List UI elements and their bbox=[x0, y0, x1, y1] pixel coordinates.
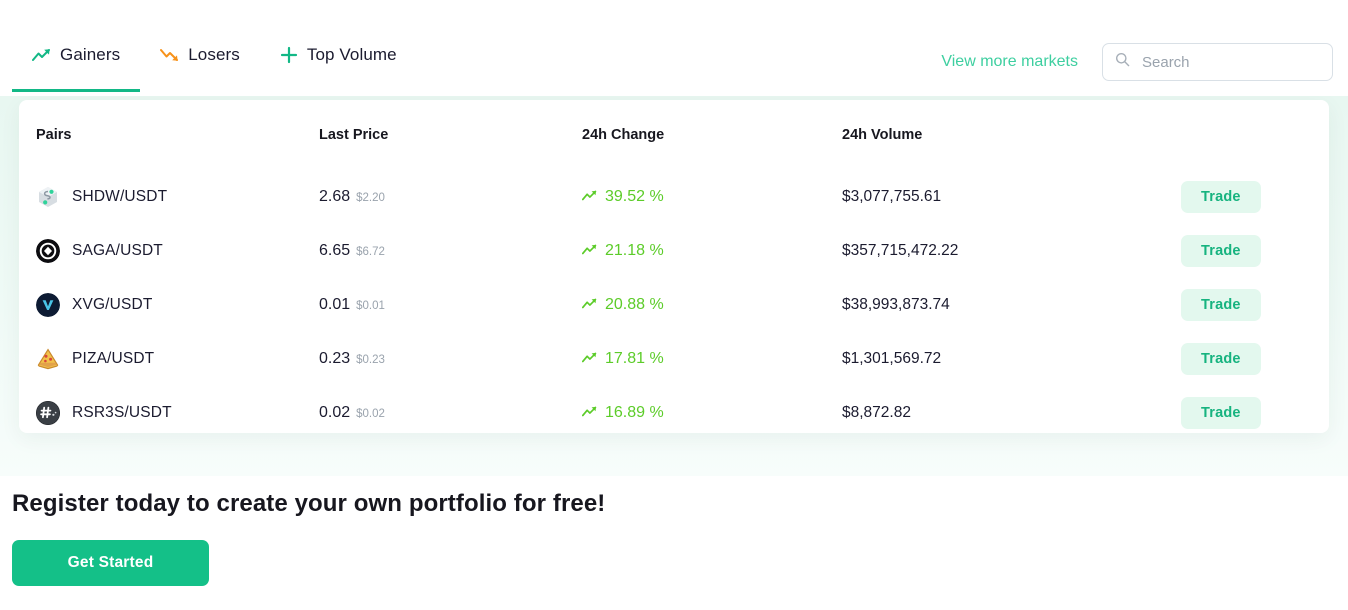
trade-button[interactable]: Trade bbox=[1181, 181, 1261, 213]
tab-top-volume-label: Top Volume bbox=[306, 45, 397, 64]
trade-cell: Trade bbox=[1179, 343, 1329, 375]
trending-up-icon bbox=[581, 350, 597, 368]
table-row[interactable]: RSR3S/USDT 0.02 $0.02 16.89 % $8,872.82 Trade bbox=[19, 386, 1329, 433]
last-price-cell: 0.01 $0.01 bbox=[319, 296, 582, 314]
trending-up-icon bbox=[581, 242, 597, 260]
trade-cell: Trade bbox=[1179, 289, 1329, 321]
plus-icon bbox=[280, 46, 298, 64]
get-started-button[interactable]: Get Started bbox=[12, 540, 209, 586]
last-price-usd: $0.02 bbox=[356, 408, 385, 420]
rsr3s-coin-icon bbox=[36, 401, 60, 425]
table-body: SHDW/USDT 2.68 $2.20 39.52 % $3,077,755.61 Tr… bbox=[19, 170, 1329, 433]
column-header-last-price: Last Price bbox=[319, 127, 389, 143]
pair-cell: RSR3S/USDT bbox=[36, 401, 319, 425]
trade-button[interactable]: Trade bbox=[1181, 397, 1261, 429]
column-header-24h-change: 24h Change bbox=[582, 127, 665, 143]
search-icon bbox=[1115, 52, 1130, 72]
change-cell: 20.88 % bbox=[581, 296, 842, 314]
table-row[interactable]: SAGA/USDT 6.65 $6.72 21.18 % $357,715,472.22… bbox=[19, 224, 1329, 278]
change-cell: 17.81 % bbox=[581, 350, 842, 368]
trade-cell: Trade bbox=[1179, 397, 1329, 429]
tab-gainers[interactable]: Gainers bbox=[12, 40, 141, 92]
table-row[interactable]: SHDW/USDT 2.68 $2.20 39.52 % $3,077,755.61 Tr… bbox=[19, 170, 1329, 224]
pair-name: SHDW/USDT bbox=[72, 188, 168, 205]
pair-name: XVG/USDT bbox=[72, 296, 153, 313]
change-cell: 21.18 % bbox=[581, 242, 842, 260]
column-header-24h-volume: 24h Volume bbox=[842, 127, 923, 143]
last-price-cell: 6.65 $6.72 bbox=[319, 242, 582, 260]
trending-up-icon bbox=[581, 188, 597, 206]
pair-name: SAGA/USDT bbox=[72, 242, 163, 259]
pair-cell: PIZA/USDT bbox=[36, 347, 319, 371]
table-row[interactable]: XVG/USDT 0.01 $0.01 20.88 % $38,993,873.74 Tr… bbox=[19, 278, 1329, 332]
trending-up-icon bbox=[581, 296, 597, 314]
trade-button[interactable]: Trade bbox=[1181, 235, 1261, 267]
last-price-cell: 0.23 $0.23 bbox=[319, 350, 582, 368]
last-price-value: 6.65 bbox=[319, 242, 351, 259]
search-input[interactable] bbox=[1142, 53, 1320, 71]
change-value: 16.89 % bbox=[605, 404, 664, 421]
markets-tabbar: Gainers Losers Top Volume View more mark… bbox=[0, 0, 1348, 96]
xvg-coin-icon bbox=[36, 293, 60, 317]
volume-value: $8,872.82 bbox=[842, 404, 911, 421]
change-cell: 16.89 % bbox=[581, 404, 842, 422]
table-header-row: Pairs Last Price 24h Change 24h Volume bbox=[19, 100, 1329, 170]
tab-top-volume[interactable]: Top Volume bbox=[260, 40, 417, 92]
pair-cell: SAGA/USDT bbox=[36, 239, 319, 263]
shdw-coin-icon bbox=[36, 185, 60, 209]
cta-title: Register today to create your own portfo… bbox=[12, 490, 606, 517]
trade-cell: Trade bbox=[1179, 181, 1329, 213]
trending-up-icon bbox=[32, 48, 51, 62]
markets-card: Pairs Last Price 24h Change 24h Volume S… bbox=[19, 100, 1329, 433]
trade-button[interactable]: Trade bbox=[1181, 343, 1261, 375]
change-value: 20.88 % bbox=[605, 296, 664, 313]
pair-name: PIZA/USDT bbox=[72, 350, 155, 367]
last-price-cell: 0.02 $0.02 bbox=[319, 404, 582, 422]
last-price-usd: $6.72 bbox=[356, 246, 385, 258]
change-value: 39.52 % bbox=[605, 188, 664, 205]
volume-value: $357,715,472.22 bbox=[842, 242, 959, 259]
view-more-markets-link[interactable]: View more markets bbox=[941, 53, 1078, 71]
last-price-usd: $0.01 bbox=[356, 300, 385, 312]
last-price-usd: $2.20 bbox=[356, 192, 385, 204]
search-box[interactable] bbox=[1102, 43, 1333, 81]
trending-up-icon bbox=[581, 404, 597, 422]
trade-button[interactable]: Trade bbox=[1181, 289, 1261, 321]
trade-cell: Trade bbox=[1179, 235, 1329, 267]
change-value: 17.81 % bbox=[605, 350, 664, 367]
last-price-value: 0.01 bbox=[319, 296, 351, 313]
pair-cell: XVG/USDT bbox=[36, 293, 319, 317]
last-price-cell: 2.68 $2.20 bbox=[319, 188, 582, 206]
pair-cell: SHDW/USDT bbox=[36, 185, 319, 209]
last-price-value: 2.68 bbox=[319, 188, 351, 205]
last-price-usd: $0.23 bbox=[356, 354, 385, 366]
volume-value: $38,993,873.74 bbox=[842, 296, 950, 313]
register-cta: Register today to create your own portfo… bbox=[12, 490, 605, 586]
change-value: 21.18 % bbox=[605, 242, 664, 259]
column-header-pairs: Pairs bbox=[36, 127, 72, 143]
header-actions: View more markets bbox=[941, 43, 1333, 81]
tab-losers-label: Losers bbox=[188, 45, 240, 64]
last-price-value: 0.02 bbox=[319, 404, 351, 421]
pair-name: RSR3S/USDT bbox=[72, 404, 172, 421]
tab-gainers-label: Gainers bbox=[60, 45, 121, 64]
trending-down-icon bbox=[160, 48, 179, 62]
market-tabs: Gainers Losers Top Volume bbox=[12, 40, 417, 92]
saga-coin-icon bbox=[36, 239, 60, 263]
last-price-value: 0.23 bbox=[319, 350, 351, 367]
volume-value: $1,301,569.72 bbox=[842, 350, 942, 367]
tab-losers[interactable]: Losers bbox=[140, 40, 260, 92]
volume-value: $3,077,755.61 bbox=[842, 188, 942, 205]
piza-coin-icon bbox=[36, 347, 60, 371]
table-row[interactable]: PIZA/USDT 0.23 $0.23 17.81 % $1,301,569.72 Tr… bbox=[19, 332, 1329, 386]
change-cell: 39.52 % bbox=[581, 188, 842, 206]
